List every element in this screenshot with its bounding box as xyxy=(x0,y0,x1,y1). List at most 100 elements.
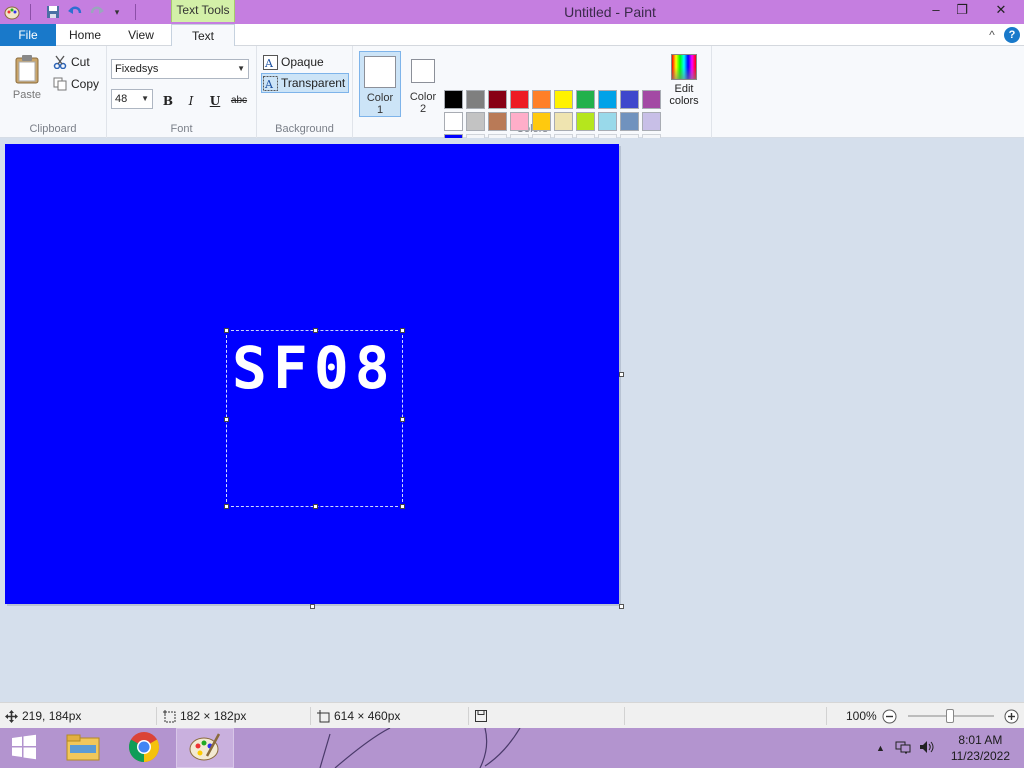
text-box[interactable]: SF08 xyxy=(224,328,405,509)
palette-color-swatch[interactable] xyxy=(532,112,551,131)
bold-button[interactable]: B xyxy=(158,91,178,111)
resize-handle[interactable] xyxy=(224,504,229,509)
show-hidden-icons-icon[interactable]: ▲ xyxy=(876,743,885,753)
background-group-label: Background xyxy=(275,123,334,135)
close-button[interactable]: ✕ xyxy=(986,0,1016,22)
palette-color-swatch[interactable] xyxy=(554,90,573,109)
system-tray: ▲ xyxy=(876,728,935,768)
separator xyxy=(30,4,31,20)
font-family-select[interactable]: Fixedsys ▼ xyxy=(111,59,249,79)
palette-color-swatch[interactable] xyxy=(598,112,617,131)
palette-color-swatch[interactable] xyxy=(488,90,507,109)
resize-handle[interactable] xyxy=(400,417,405,422)
zoom-out-button[interactable] xyxy=(882,703,897,729)
context-tab-title: Text Tools xyxy=(171,0,235,22)
palette-color-swatch[interactable] xyxy=(620,90,639,109)
canvas-resize-handle-corner[interactable] xyxy=(619,604,624,609)
underline-button[interactable]: U xyxy=(205,91,225,111)
edit-colors-label: Edit colors xyxy=(669,83,699,107)
separator xyxy=(310,707,311,725)
tab-view[interactable]: View xyxy=(114,24,168,46)
restore-button[interactable]: ❐ xyxy=(948,0,976,22)
palette-color-swatch[interactable] xyxy=(576,90,595,109)
italic-button[interactable]: I xyxy=(181,91,201,111)
palette-color-swatch[interactable] xyxy=(554,112,573,131)
drawing-canvas[interactable]: SF08 xyxy=(5,144,619,604)
selection-size-value: 182 × 182px xyxy=(180,709,247,723)
redo-icon[interactable] xyxy=(89,4,105,20)
color2-swatch xyxy=(411,59,435,83)
text-box-content[interactable]: SF08 xyxy=(232,337,396,399)
palette-color-swatch[interactable] xyxy=(466,112,485,131)
image-size-icon xyxy=(316,709,330,723)
palette-color-swatch[interactable] xyxy=(444,90,463,109)
undo-icon[interactable] xyxy=(67,4,83,20)
volume-icon[interactable] xyxy=(919,740,935,757)
palette-color-swatch[interactable] xyxy=(488,112,507,131)
opaque-icon: A xyxy=(262,54,278,70)
palette-color-swatch[interactable] xyxy=(466,90,485,109)
font-size-value: 48 xyxy=(115,93,128,105)
canvas-resize-handle-right[interactable] xyxy=(619,372,624,377)
network-icon[interactable] xyxy=(895,740,911,757)
cut-button[interactable]: Cut xyxy=(52,52,90,72)
cut-label: Cut xyxy=(71,55,90,69)
collapse-ribbon-icon[interactable]: ^ xyxy=(984,27,1000,43)
resize-handle[interactable] xyxy=(224,417,229,422)
edit-colors-button[interactable]: Edit colors xyxy=(669,54,699,107)
taskbar-file-explorer[interactable] xyxy=(54,728,112,768)
tab-text[interactable]: Text xyxy=(171,24,235,47)
wallpaper-decoration xyxy=(319,728,521,768)
transparent-button[interactable]: A Transparent xyxy=(261,73,350,93)
taskbar-paint[interactable] xyxy=(176,728,234,768)
help-icon[interactable]: ? xyxy=(1004,27,1020,43)
resize-handle[interactable] xyxy=(313,328,318,333)
opaque-button[interactable]: A Opaque xyxy=(262,52,324,72)
palette-color-swatch[interactable] xyxy=(620,112,639,131)
ribbon-tabs: File Home View Text ^ ? xyxy=(0,24,1024,47)
workspace: SF08 xyxy=(0,138,1024,702)
background-group: A Opaque A Transparent Background xyxy=(257,46,353,138)
scissors-icon xyxy=(52,54,68,70)
color2-button[interactable]: Color 2 xyxy=(402,51,444,117)
palette-color-swatch[interactable] xyxy=(642,112,661,131)
palette-color-swatch[interactable] xyxy=(598,90,617,109)
save-icon[interactable] xyxy=(45,4,61,20)
separator xyxy=(156,707,157,725)
palette-color-swatch[interactable] xyxy=(510,90,529,109)
font-group-label: Font xyxy=(170,123,193,135)
minimize-button[interactable]: – xyxy=(922,0,950,22)
font-family-value: Fixedsys xyxy=(115,63,159,75)
palette-color-swatch[interactable] xyxy=(576,112,595,131)
palette-color-swatch[interactable] xyxy=(444,112,463,131)
resize-handle[interactable] xyxy=(313,504,318,509)
paste-button[interactable]: Paste xyxy=(8,52,46,104)
resize-handle[interactable] xyxy=(400,328,405,333)
clock-time: 8:01 AM xyxy=(958,733,1003,747)
clock[interactable]: 8:01 AM 11/23/2022 xyxy=(951,732,1010,764)
strikethrough-button[interactable]: abc xyxy=(227,91,251,111)
color1-button[interactable]: Color 1 xyxy=(359,51,401,117)
paint-app-icon[interactable] xyxy=(4,4,20,20)
zoom-slider-thumb[interactable] xyxy=(946,709,954,723)
font-size-select[interactable]: 48 ▼ xyxy=(111,89,153,109)
resize-handle[interactable] xyxy=(400,504,405,509)
canvas-resize-handle-bottom[interactable] xyxy=(310,604,315,609)
tab-home[interactable]: Home xyxy=(58,24,112,46)
copy-icon xyxy=(52,76,68,92)
customize-toolbar-icon[interactable]: ▾ xyxy=(109,4,125,20)
tab-file[interactable]: File xyxy=(0,24,56,46)
separator xyxy=(624,707,625,725)
paste-label: Paste xyxy=(12,89,42,101)
copy-button[interactable]: Copy xyxy=(52,74,99,94)
svg-text:A: A xyxy=(264,57,274,70)
zoom-in-button[interactable] xyxy=(1004,703,1019,729)
color1-label: Color 1 xyxy=(366,92,394,116)
palette-color-swatch[interactable] xyxy=(532,90,551,109)
palette-color-swatch[interactable] xyxy=(642,90,661,109)
start-button[interactable] xyxy=(0,728,48,768)
resize-handle[interactable] xyxy=(224,328,229,333)
palette-color-swatch[interactable] xyxy=(510,112,529,131)
taskbar-chrome[interactable] xyxy=(115,728,173,768)
window-title: Untitled - Paint xyxy=(564,4,656,20)
